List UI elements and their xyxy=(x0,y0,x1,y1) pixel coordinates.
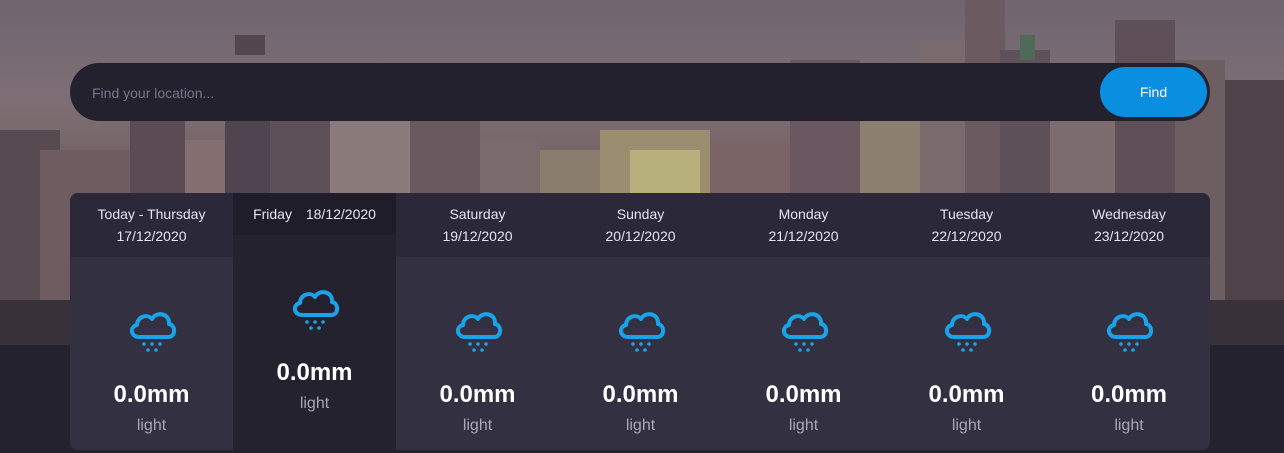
snow-cloud-icon xyxy=(455,312,502,352)
background-building-block xyxy=(235,35,265,55)
precipitation-description: light xyxy=(951,417,982,434)
precipitation-amount: 0.0mm xyxy=(1090,381,1168,408)
day-name: Wednesday xyxy=(1092,206,1166,222)
weather-app: Find Today - Thursday 17/12/2020 0.0mm l… xyxy=(0,0,1284,453)
forecast-day-card[interactable]: Monday 21/12/2020 0.0mm light xyxy=(722,193,885,450)
precipitation-description: light xyxy=(625,417,656,434)
day-header: Sunday 20/12/2020 xyxy=(559,193,722,257)
precipitation-amount: 0.0mm xyxy=(765,381,842,408)
precipitation-description: light xyxy=(788,417,819,434)
day-date: 18/12/2020 xyxy=(305,206,376,222)
location-search-input[interactable] xyxy=(90,77,1074,109)
day-name: Monday xyxy=(778,206,829,222)
day-date: 17/12/2020 xyxy=(116,228,187,244)
day-body: 0.0mm light xyxy=(1048,257,1210,450)
day-body: 0.0mm light xyxy=(233,235,396,450)
precipitation-amount: 0.0mm xyxy=(602,381,679,408)
snow-cloud-icon xyxy=(1107,312,1154,352)
background-building-block xyxy=(1020,35,1035,60)
day-body: 0.0mm light xyxy=(559,257,722,450)
search-bar: Find xyxy=(70,63,1210,121)
day-header: Wednesday 23/12/2020 xyxy=(1048,193,1210,257)
day-date: 23/12/2020 xyxy=(1093,228,1165,244)
snow-cloud-icon xyxy=(292,290,339,330)
precipitation-description: light xyxy=(136,417,167,434)
precipitation-description: light xyxy=(1114,417,1144,434)
day-body: 0.0mm light xyxy=(722,257,885,450)
day-header: Monday 21/12/2020 xyxy=(722,193,885,257)
day-body: 0.0mm light xyxy=(70,257,233,450)
snow-cloud-icon xyxy=(129,312,176,352)
day-header: Saturday 19/12/2020 xyxy=(396,193,559,257)
day-header: Today - Thursday 17/12/2020 xyxy=(70,193,233,257)
day-date: 22/12/2020 xyxy=(931,228,1002,244)
day-name: Saturday xyxy=(449,206,506,222)
forecast-day-card[interactable]: Today - Thursday 17/12/2020 0.0mm light xyxy=(70,193,233,450)
day-body: 0.0mm light xyxy=(396,257,559,450)
snow-cloud-icon xyxy=(618,312,665,352)
day-date: 21/12/2020 xyxy=(768,228,839,244)
forecast-day-card[interactable]: Sunday 20/12/2020 0.0mm light xyxy=(559,193,722,450)
precipitation-description: light xyxy=(299,395,330,412)
precipitation-description: light xyxy=(462,417,493,434)
precipitation-amount: 0.0mm xyxy=(439,381,516,408)
snow-cloud-icon xyxy=(944,312,991,352)
forecast-day-card[interactable]: Wednesday 23/12/2020 0.0mm light xyxy=(1048,193,1210,450)
day-header: Tuesday 22/12/2020 xyxy=(885,193,1048,257)
day-header: Friday 18/12/2020 xyxy=(233,193,396,235)
day-name: Sunday xyxy=(616,206,665,222)
forecast-table: Today - Thursday 17/12/2020 0.0mm light … xyxy=(70,193,1210,450)
snow-cloud-icon xyxy=(781,312,828,352)
day-date: 20/12/2020 xyxy=(605,228,676,244)
day-name: Tuesday xyxy=(939,206,994,222)
day-body: 0.0mm light xyxy=(885,257,1048,450)
forecast-day-card[interactable]: Tuesday 22/12/2020 0.0mm light xyxy=(885,193,1048,450)
precipitation-amount: 0.0mm xyxy=(276,359,353,386)
day-name: Friday xyxy=(253,206,292,222)
find-button[interactable]: Find xyxy=(1100,67,1207,117)
precipitation-amount: 0.0mm xyxy=(113,381,190,408)
day-name: Today - Thursday xyxy=(97,206,206,222)
forecast-day-card[interactable]: Friday 18/12/2020 0.0mm light xyxy=(233,193,396,450)
forecast-day-card[interactable]: Saturday 19/12/2020 0.0mm light xyxy=(396,193,559,450)
precipitation-amount: 0.0mm xyxy=(928,381,1005,408)
day-date: 19/12/2020 xyxy=(442,228,513,244)
